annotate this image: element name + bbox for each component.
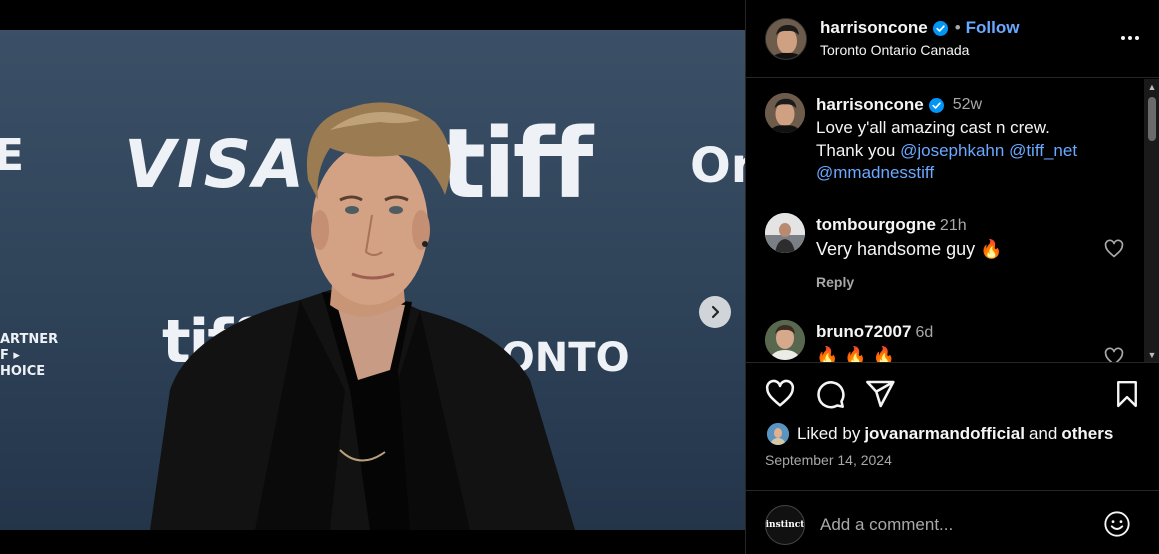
follow-button[interactable]: Follow <box>966 18 1020 38</box>
post-date[interactable]: September 14, 2024 <box>765 452 892 468</box>
chevron-right-icon <box>711 305 720 319</box>
mention-link[interactable]: @josephkahn <box>900 141 1004 160</box>
avatar-image <box>765 320 805 360</box>
comment-bubble-icon[interactable] <box>814 378 846 410</box>
post-media: E VISA tiff On tiff RONTO ARTNER F ▸ HOI… <box>0 0 745 554</box>
liked-by-and: and <box>1028 424 1058 443</box>
caption-thanks: Thank you <box>816 140 901 160</box>
comment-username-line: bruno72007 6d <box>816 322 933 342</box>
commenter-avatar[interactable] <box>765 320 805 360</box>
comment-composer: instinct <box>746 490 1159 554</box>
more-dot-icon <box>1121 36 1125 40</box>
carousel-next-button[interactable] <box>699 296 731 328</box>
liked-by-summary: Liked by jovanarmandofficial and others <box>765 421 1113 447</box>
caption-author-avatar[interactable] <box>765 93 805 133</box>
comments-section[interactable]: harrisoncone 52w Love y'all amazing cast… <box>746 79 1159 363</box>
caption-time: 52w <box>952 96 983 113</box>
liked-by-others[interactable]: others <box>1061 424 1113 444</box>
header-user-line: harrisoncone • Follow <box>820 18 1019 38</box>
avatar-image <box>765 93 805 133</box>
share-send-icon[interactable] <box>864 378 896 410</box>
comment-username-line: tombourgogne 21h <box>816 215 967 235</box>
comment-time: 6d <box>915 324 934 341</box>
commenter-avatar[interactable] <box>765 213 805 253</box>
more-dot-icon <box>1128 36 1132 40</box>
comment-like-heart-icon[interactable] <box>1104 347 1124 363</box>
avatar-image <box>767 423 789 445</box>
verified-badge-icon <box>932 20 948 36</box>
comment-username[interactable]: tombourgogne <box>816 215 936 234</box>
comment-like-heart-icon[interactable] <box>1104 239 1124 259</box>
comment-username[interactable]: bruno72007 <box>816 322 911 341</box>
mention-link[interactable]: @mmadnesstiff <box>816 163 934 182</box>
emoji-picker-icon[interactable] <box>1103 510 1131 538</box>
verified-badge-icon <box>928 97 944 113</box>
comment-time: 21h <box>939 217 967 234</box>
avatar-image <box>766 19 806 59</box>
author-avatar[interactable] <box>765 18 807 60</box>
scroll-down-icon[interactable]: ▼ <box>1147 350 1157 360</box>
save-bookmark-icon[interactable] <box>1112 378 1142 410</box>
person-figure <box>150 102 575 530</box>
comments-scrollbar[interactable]: ▲ ▼ <box>1144 79 1159 362</box>
avatar-image <box>765 213 805 253</box>
liked-by-user[interactable]: jovanarmandofficial <box>864 424 1025 444</box>
liker-avatar[interactable] <box>765 421 791 447</box>
post-header: harrisoncone • Follow Toronto Ontario Ca… <box>746 0 1159 78</box>
post-actions-bar <box>764 378 1144 414</box>
caption-username[interactable]: harrisoncone <box>816 95 924 115</box>
more-options-button[interactable] <box>1121 36 1139 40</box>
post-sidebar: harrisoncone • Follow Toronto Ontario Ca… <box>745 0 1159 554</box>
liked-by-prefix: Liked by <box>797 424 861 443</box>
more-dot-icon <box>1135 36 1139 40</box>
mention-link[interactable]: @tiff_net <box>1009 141 1077 160</box>
scroll-thumb[interactable] <box>1148 97 1156 141</box>
header-separator: • <box>954 18 961 37</box>
scroll-up-icon[interactable]: ▲ <box>1147 82 1157 92</box>
reply-button[interactable]: Reply <box>816 274 854 290</box>
caption-line1: Love y'all amazing cast n crew. <box>816 118 1050 137</box>
like-heart-icon[interactable] <box>764 378 796 410</box>
comment-text: Very handsome guy 🔥 <box>816 239 1003 259</box>
current-user-avatar[interactable]: instinct <box>765 505 805 545</box>
caption-text: Love y'all amazing cast n crew. Thank yo… <box>816 117 1116 185</box>
author-username[interactable]: harrisoncone <box>820 18 928 38</box>
caption-username-line: harrisoncone 52w <box>816 95 982 115</box>
comment-input[interactable] <box>820 513 1090 537</box>
current-user-avatar-text: instinct <box>765 520 805 530</box>
post-photo[interactable]: E VISA tiff On tiff RONTO ARTNER F ▸ HOI… <box>0 30 745 530</box>
post-location[interactable]: Toronto Ontario Canada <box>820 42 969 58</box>
comment-text: 🔥🔥🔥 <box>816 346 902 363</box>
